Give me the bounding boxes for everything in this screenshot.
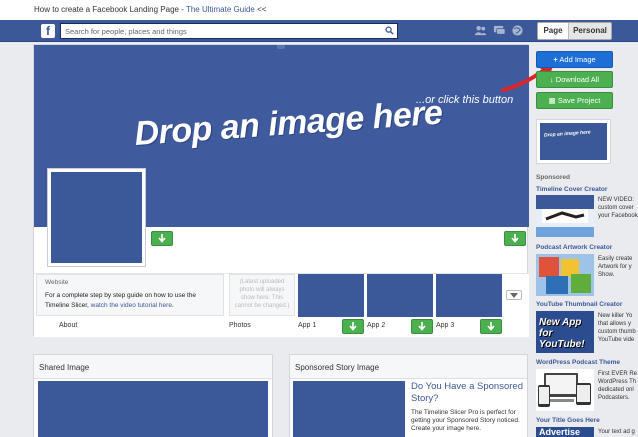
page-title-bar: How to create a Facebook Landing Page - … — [0, 0, 638, 20]
search-input[interactable] — [61, 24, 381, 38]
ad-text-line: Podcasters. — [598, 395, 630, 401]
save-project-label: Save Project — [557, 96, 601, 105]
video-tutorial-link[interactable]: watch the video tutorial here — [91, 302, 172, 309]
download-arrow-icon — [349, 322, 357, 331]
ad-title-youtube-thumbnail[interactable]: YouTube Thumbnail Creator — [536, 301, 622, 308]
shared-image-panel: Shared Image — [33, 354, 273, 437]
tab-about[interactable]: About — [59, 322, 77, 329]
ad-image-timeline-cover[interactable] — [536, 195, 594, 237]
timeline-area: ...or click this button Drop an image he… — [33, 44, 555, 337]
chevron-down-icon — [510, 293, 518, 298]
add-image-button[interactable]: + Add Image — [536, 51, 613, 68]
download-cover-left-button[interactable] — [151, 231, 173, 246]
search-icon[interactable] — [385, 26, 394, 35]
download-cover-right-button[interactable] — [504, 231, 526, 246]
tab-app-2[interactable]: App 2 — [367, 322, 385, 329]
ad-text-line: dedicated onl — [598, 387, 634, 393]
ad-text-line: Artwork for y — [598, 264, 632, 270]
facebook-nav-bar: f Page Personal — [0, 20, 638, 42]
ad-text-youtube-thumbnail: New killer Yo that allows y custom thumb… — [598, 312, 638, 344]
sponsored-story-panel: Sponsored Story Image Do You Have a Spon… — [289, 354, 528, 437]
ad-text-line: Show. — [598, 272, 615, 278]
shared-image-dropzone[interactable] — [38, 381, 268, 437]
tab-app-1[interactable]: App 1 — [298, 322, 316, 329]
tab-photos[interactable]: Photos — [229, 322, 251, 329]
website-text-end: . — [171, 302, 174, 309]
sponsored-label: Sponsored — [536, 174, 570, 181]
ad-text-timeline-cover: NEW VIDEO: custom cover your Facebook — [598, 196, 638, 220]
ad-image-text: Advertise — [539, 427, 581, 437]
download-arrow-icon — [511, 234, 519, 243]
save-project-button[interactable]: ▦ Save Project — [536, 92, 613, 109]
page-personal-toggle: Page Personal — [537, 22, 612, 40]
ad-text-line: that allows y — [598, 321, 632, 327]
ad-text-wordpress-podcast: First EVER Re WordPress Th dedicated onl… — [598, 370, 638, 402]
globe-icon[interactable] — [511, 24, 524, 37]
website-info-box: Website For a complete step by step guid… — [36, 274, 224, 316]
cover-resize-handle[interactable] — [277, 45, 285, 49]
add-image-label: Add Image — [559, 55, 596, 64]
title-prefix: How to create a Facebook Landing Page - — [34, 5, 186, 14]
search-box — [60, 23, 398, 39]
page-toggle-option[interactable]: Page — [538, 23, 569, 39]
sponsored-story-heading: Sponsored Story Image — [290, 355, 527, 379]
ad-title-your-title[interactable]: Your Title Goes Here — [536, 417, 600, 424]
ad-image-wordpress-podcast[interactable] — [536, 369, 594, 411]
download-all-label: Download All — [555, 75, 600, 84]
ad-text-podcast-artwork: Easily create Artwork for y Show. — [598, 255, 638, 279]
title-suffix: << — [254, 5, 267, 14]
download-app-3-button[interactable] — [480, 319, 502, 334]
facebook-logo-icon[interactable]: f — [41, 24, 55, 38]
profile-picture-dropzone[interactable] — [47, 168, 146, 267]
download-arrow-icon — [158, 234, 166, 243]
tab-app-3[interactable]: App 3 — [436, 322, 454, 329]
ad-text-line: Easily create — [598, 256, 633, 262]
download-app-2-button[interactable] — [411, 319, 433, 334]
ad-text-your-title: Your text ad g — [598, 428, 638, 436]
download-arrow-icon — [418, 322, 426, 331]
profile-picture-fill — [51, 172, 142, 263]
sponsored-story-headline: Do You Have a Sponsored Story? — [411, 381, 523, 404]
download-arrow-icon — [487, 322, 495, 331]
sponsored-story-dropzone[interactable] — [293, 381, 405, 437]
friends-icon[interactable] — [474, 24, 487, 37]
ultimate-guide-link[interactable]: The Ultimate Guide — [186, 5, 255, 14]
ad-title-podcast-artwork[interactable]: Podcast Artwork Creator — [536, 244, 612, 251]
download-arrow-icon: ↓ — [549, 75, 554, 84]
ad-text-line: custom thumb — [598, 329, 636, 335]
messages-icon[interactable] — [493, 24, 506, 37]
app-1-thumbnail[interactable] — [298, 274, 364, 317]
cover-drop-text: Drop an image here — [133, 93, 444, 154]
plus-icon: + — [553, 55, 558, 64]
app-2-thumbnail[interactable] — [367, 274, 433, 317]
ad-image-youtube-thumbnail[interactable]: New App for YouTube! — [536, 311, 594, 353]
ad-text-line: your Facebook — [598, 213, 638, 219]
ad-text-line: custom cover — [598, 205, 634, 211]
page-info-area: Website For a complete step by step guid… — [34, 273, 529, 337]
personal-toggle-option[interactable]: Personal — [569, 23, 611, 39]
ad-text-line: WordPress Th — [598, 379, 637, 385]
sponsored-story-description: The Timeline Slicer Pro is perfect for g… — [411, 409, 520, 432]
ad-text-line: YouTube vide — [598, 337, 635, 343]
shared-image-heading: Shared Image — [34, 355, 272, 379]
ad-image-advertise[interactable]: Advertise — [536, 427, 594, 437]
preview-thumbnail-fill — [540, 123, 607, 160]
website-heading: Website — [45, 279, 69, 286]
ad-text-line: New killer Yo — [598, 313, 633, 319]
more-apps-button[interactable] — [506, 290, 522, 300]
ad-text-line: Your text ad g — [598, 429, 635, 435]
latest-photo-placeholder: (Latest uploaded photo will always show … — [229, 274, 295, 316]
ad-text-line: First EVER Re — [598, 371, 638, 377]
download-app-1-button[interactable] — [342, 319, 364, 334]
website-description: For a complete step by step guide on how… — [45, 291, 215, 311]
app-3-thumbnail[interactable] — [436, 274, 502, 317]
ad-image-text: New App for YouTube! — [539, 317, 585, 350]
ad-title-wordpress-podcast[interactable]: WordPress Podcast Theme — [536, 359, 620, 366]
ad-image-podcast-artwork[interactable] — [536, 254, 594, 296]
ad-title-timeline-cover[interactable]: Timeline Cover Creator — [536, 186, 607, 193]
save-icon: ▦ — [548, 96, 556, 105]
preview-thumbnail[interactable]: Drop an image here — [536, 119, 611, 164]
download-all-button[interactable]: ↓ Download All — [536, 71, 613, 88]
ad-text-line: NEW VIDEO: — [598, 197, 635, 203]
